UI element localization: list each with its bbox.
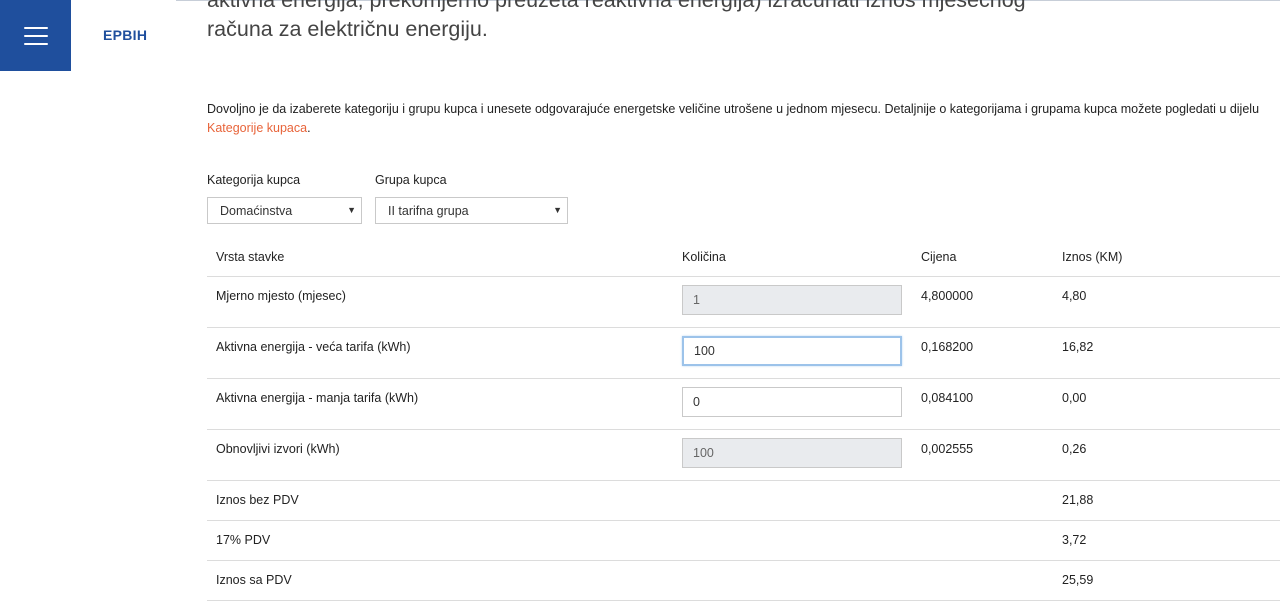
column-header-price: Cijena [912,237,1053,277]
item-label: Mjerno mjesto (mjesec) [207,276,673,328]
intro-text: Dovoljno je da izaberete kategoriju i gr… [207,102,1260,116]
category-label: Kategorija kupca [207,173,301,187]
caret-down-icon: ▼ [553,205,562,215]
active-energy-high-tariff-input[interactable] [682,336,902,366]
total-row: 17% PDV 3,72 [207,520,1280,561]
total-label: Iznos bez PDV [207,480,673,521]
intro-paragraph: Dovoljno je da izaberete kategoriju i gr… [207,100,1280,138]
quantity-cell [673,429,912,481]
price-cell: 4,800000 [912,276,1053,328]
column-header-amount: Iznos (KM) [1053,237,1280,277]
total-label: 17% PDV [207,520,673,561]
menu-button[interactable] [0,0,71,71]
category-select[interactable]: Domaćinstva ▼ [207,197,362,224]
quantity-cell [673,276,912,328]
group-selected-value: II tarifna grupa [388,204,469,218]
customer-categories-link[interactable]: Kategorije kupaca [207,121,307,135]
group-label: Grupa kupca [375,173,447,187]
caret-down-icon: ▼ [347,205,356,215]
price-cell: 0,168200 [912,327,1053,379]
active-energy-low-tariff-input[interactable] [682,387,902,417]
column-header-item: Vrsta stavke [207,237,673,277]
item-label: Obnovljivi izvori (kWh) [207,429,673,481]
group-select[interactable]: II tarifna grupa ▼ [375,197,568,224]
amount-cell: 16,82 [1053,327,1280,379]
total-amount: 21,88 [1053,480,1280,521]
brand-logo-text[interactable]: EPBIH [103,27,147,43]
amount-cell: 0,00 [1053,378,1280,430]
price-cell: 0,002555 [912,429,1053,481]
renewable-sources-quantity-field[interactable] [682,438,902,468]
table-header-row: Vrsta stavke Količina Cijena Iznos (KM) [207,237,1280,277]
quantity-cell [673,327,912,379]
total-amount: 3,72 [1053,520,1280,561]
amount-cell: 0,26 [1053,429,1280,481]
heading-line: aktivna energija, prekomjerno preuzeta r… [207,0,1026,12]
metering-point-quantity-field[interactable] [682,285,902,315]
quantity-cell [673,378,912,430]
column-header-quantity: Količina [673,237,912,277]
heading-line: računa za električnu energiju. [207,17,488,41]
item-label: Aktivna energija - veća tarifa (kWh) [207,327,673,379]
table-row: Obnovljivi izvori (kWh) 0,002555 0,26 [207,429,1280,481]
table-row: Aktivna energija - veća tarifa (kWh) 0,1… [207,327,1280,379]
intro-period: . [307,121,311,135]
amount-cell: 4,80 [1053,276,1280,328]
item-label: Aktivna energija - manja tarifa (kWh) [207,378,673,430]
hamburger-menu-icon-bar [23,34,48,37]
hamburger-menu-icon [23,26,48,29]
category-selected-value: Domaćinstva [220,204,293,218]
hamburger-menu-icon-bar [23,42,48,45]
page-heading: aktivna energija, prekomjerno preuzeta r… [207,0,1267,44]
bill-calculation-table: Vrsta stavke Količina Cijena Iznos (KM) … [207,237,1280,601]
table-row: Aktivna energija - manja tarifa (kWh) 0,… [207,378,1280,430]
table-row: Mjerno mjesto (mjesec) 4,800000 4,80 [207,276,1280,328]
price-cell: 0,084100 [912,378,1053,430]
total-row: Iznos bez PDV 21,88 [207,480,1280,521]
